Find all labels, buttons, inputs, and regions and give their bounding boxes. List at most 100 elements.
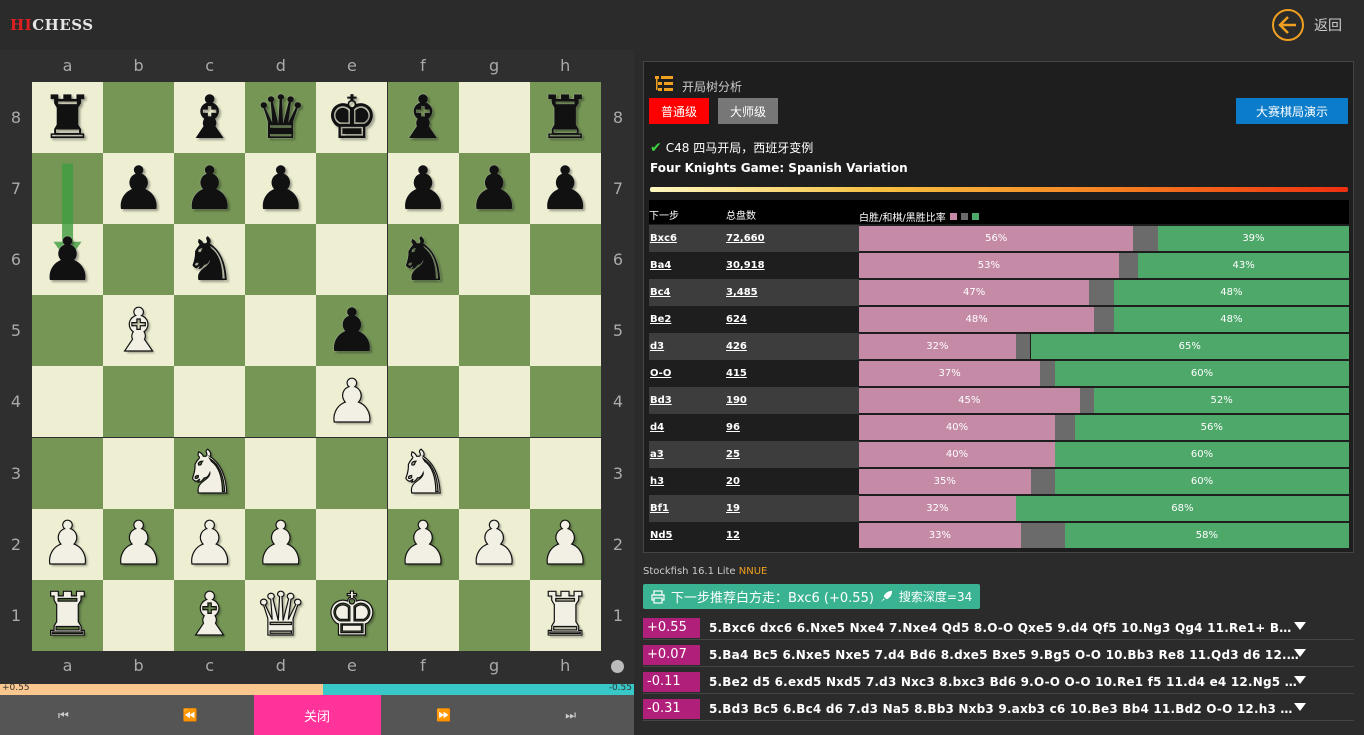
- engine-line-moves[interactable]: 5.Be2 d5 6.exd5 Nxd5 7.d3 Nxc3 8.bxc3 Bd…: [709, 675, 1299, 689]
- move-link[interactable]: Bd3: [649, 387, 726, 414]
- last-move-button[interactable]: ⏭: [507, 695, 634, 735]
- engine-line-moves[interactable]: 5.Bxc6 dxc6 6.Nxe5 Nxe4 7.Nxe4 Qd5 8.O-O…: [709, 621, 1299, 635]
- games-count-link[interactable]: 72,660: [726, 225, 859, 252]
- white-rook-icon[interactable]: ♜: [530, 580, 601, 651]
- prev-move-button[interactable]: ⏪: [127, 695, 254, 735]
- next-move-button[interactable]: ⏩: [381, 695, 508, 735]
- white-king-icon[interactable]: ♚: [316, 580, 387, 651]
- back-button[interactable]: 返回: [1272, 9, 1342, 41]
- white-queen-icon[interactable]: ♛: [245, 580, 316, 651]
- black-pawn-icon[interactable]: ♟: [32, 224, 103, 295]
- white-pawn-icon[interactable]: ♟: [316, 366, 387, 437]
- games-count-link[interactable]: 415: [726, 360, 859, 387]
- file-label-bottom: d: [275, 656, 286, 675]
- black-knight-icon[interactable]: ♞: [388, 224, 459, 295]
- table-row[interactable]: Bc4 3,485 47% 48%: [649, 279, 1349, 306]
- games-count-link[interactable]: 25: [726, 441, 859, 468]
- best-move-text: 下一步推荐白方走：Bxc6 (+0.55): [671, 591, 874, 606]
- move-link[interactable]: Nd5: [649, 522, 726, 549]
- black-rook-icon[interactable]: ♜: [32, 82, 103, 153]
- expand-line-icon[interactable]: [1294, 676, 1306, 684]
- table-row[interactable]: d3 426 32% 65%: [649, 333, 1349, 360]
- move-link[interactable]: d3: [649, 333, 726, 360]
- table-row[interactable]: Nd5 12 33% 58%: [649, 522, 1349, 549]
- black-bishop-icon[interactable]: ♝: [174, 82, 245, 153]
- engine-line-moves[interactable]: 5.Ba4 Bc5 6.Nxe5 Nxe5 7.d4 Bd6 8.dxe5 Bx…: [709, 648, 1299, 662]
- table-row[interactable]: O-O 415 37% 60%: [649, 360, 1349, 387]
- white-rook-icon[interactable]: ♜: [32, 580, 103, 651]
- black-win-segment: 60%: [1055, 361, 1349, 386]
- black-pawn-icon[interactable]: ♟: [459, 153, 530, 224]
- white-knight-icon[interactable]: ♞: [174, 438, 245, 509]
- black-rook-icon[interactable]: ♜: [530, 82, 601, 153]
- draw-segment: [1040, 361, 1055, 386]
- result-ratio-bar: 53% 43%: [859, 253, 1349, 278]
- engine-line[interactable]: +0.55 5.Bxc6 dxc6 6.Nxe5 Nxe4 7.Nxe4 Qd5 …: [643, 616, 1354, 640]
- move-link[interactable]: Bc4: [649, 279, 726, 306]
- table-row[interactable]: Bf1 19 32% 68%: [649, 495, 1349, 522]
- white-knight-icon[interactable]: ♞: [388, 438, 459, 509]
- engine-line-score: +0.07: [643, 644, 700, 665]
- games-count-link[interactable]: 20: [726, 468, 859, 495]
- move-link[interactable]: Ba4: [649, 252, 726, 279]
- file-label-top: f: [420, 56, 426, 75]
- white-bishop-icon[interactable]: ♝: [103, 295, 174, 366]
- table-row[interactable]: Bxc6 72,660 56% 39%: [649, 225, 1349, 252]
- black-pawn-icon[interactable]: ♟: [316, 295, 387, 366]
- white-pawn-icon[interactable]: ♟: [103, 509, 174, 580]
- tab-normal-level[interactable]: 普通级: [649, 98, 710, 124]
- move-link[interactable]: h3: [649, 468, 726, 495]
- engine-line[interactable]: +0.07 5.Ba4 Bc5 6.Nxe5 Nxe5 7.d4 Bd6 8.dx…: [643, 643, 1354, 667]
- move-link[interactable]: Be2: [649, 306, 726, 333]
- table-row[interactable]: h3 20 35% 60%: [649, 468, 1349, 495]
- black-pawn-icon[interactable]: ♟: [103, 153, 174, 224]
- white-pawn-icon[interactable]: ♟: [388, 509, 459, 580]
- chess-board[interactable]: ♜ ♝ ♛ ♚ ♝ ♜ ♟ ♟ ♟ ♟ ♟ ♟ ♟ ♞ ♞ ♝ ♟ ♟ ♞ ♞ ♟ ♟ ♟ ♟ ♟ ♟ ♟ ♜ ♝ ♛ ♚ ♜: [32, 82, 601, 651]
- black-pawn-icon[interactable]: ♟: [530, 153, 601, 224]
- table-row[interactable]: Bd3 190 45% 52%: [649, 387, 1349, 414]
- expand-line-icon[interactable]: [1294, 622, 1306, 630]
- white-pawn-icon[interactable]: ♟: [174, 509, 245, 580]
- games-count-link[interactable]: 190: [726, 387, 859, 414]
- move-link[interactable]: a3: [649, 441, 726, 468]
- engine-line-moves[interactable]: 5.Bd3 Bc5 6.Bc4 d6 7.d3 Na5 8.Bb3 Nxb3 9…: [709, 702, 1299, 716]
- draw-segment: [1015, 334, 1031, 359]
- white-pawn-icon[interactable]: ♟: [459, 509, 530, 580]
- games-count-link[interactable]: 96: [726, 414, 859, 441]
- games-count-link[interactable]: 30,918: [726, 252, 859, 279]
- tournament-demo-button[interactable]: 大赛棋局演示: [1235, 98, 1348, 124]
- table-row[interactable]: a3 25 40% 60%: [649, 441, 1349, 468]
- white-pawn-icon[interactable]: ♟: [245, 509, 316, 580]
- black-queen-icon[interactable]: ♛: [245, 82, 316, 153]
- black-pawn-icon[interactable]: ♟: [245, 153, 316, 224]
- games-count-link[interactable]: 19: [726, 495, 859, 522]
- move-link[interactable]: Bxc6: [649, 225, 726, 252]
- table-row[interactable]: Ba4 30,918 53% 43%: [649, 252, 1349, 279]
- black-pawn-icon[interactable]: ♟: [174, 153, 245, 224]
- expand-line-icon[interactable]: [1294, 649, 1306, 657]
- games-count-link[interactable]: 3,485: [726, 279, 859, 306]
- tab-master-level[interactable]: 大师级: [718, 98, 779, 124]
- expand-line-icon[interactable]: [1294, 703, 1306, 711]
- close-button[interactable]: 关闭: [253, 695, 381, 735]
- games-count-link[interactable]: 12: [726, 522, 859, 549]
- games-count-link[interactable]: 426: [726, 333, 859, 360]
- move-link[interactable]: O-O: [649, 360, 726, 387]
- first-move-button[interactable]: ⏮: [0, 695, 127, 735]
- move-link[interactable]: d4: [649, 414, 726, 441]
- move-link[interactable]: Bf1: [649, 495, 726, 522]
- table-row[interactable]: Be2 624 48% 48%: [649, 306, 1349, 333]
- games-count-link[interactable]: 624: [726, 306, 859, 333]
- back-arrow-icon: [1272, 9, 1304, 41]
- table-row[interactable]: d4 96 40% 56%: [649, 414, 1349, 441]
- black-knight-icon[interactable]: ♞: [174, 224, 245, 295]
- white-pawn-icon[interactable]: ♟: [32, 509, 103, 580]
- engine-line[interactable]: -0.11 5.Be2 d5 6.exd5 Nxd5 7.d3 Nxc3 8.bx…: [643, 670, 1354, 694]
- white-bishop-icon[interactable]: ♝: [174, 580, 245, 651]
- engine-line[interactable]: -0.31 5.Bd3 Bc5 6.Bc4 d6 7.d3 Na5 8.Bb3 N…: [643, 697, 1354, 721]
- best-move-button[interactable]: 下一步推荐白方走：Bxc6 (+0.55) 搜索深度=34: [643, 584, 981, 609]
- black-pawn-icon[interactable]: ♟: [388, 153, 459, 224]
- black-king-icon[interactable]: ♚: [316, 82, 387, 153]
- white-pawn-icon[interactable]: ♟: [530, 509, 601, 580]
- black-bishop-icon[interactable]: ♝: [388, 82, 459, 153]
